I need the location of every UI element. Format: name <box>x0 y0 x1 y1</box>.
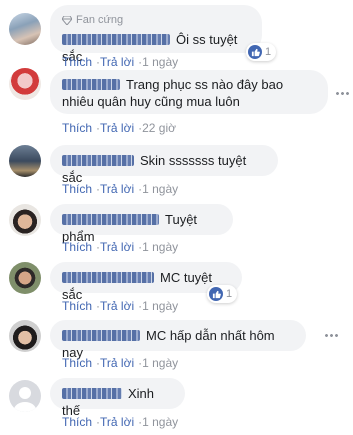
reply-link[interactable]: Trả lời <box>100 299 134 313</box>
comment-actions: Thích ·Trả lời ·1 ngày <box>62 356 179 370</box>
timestamp[interactable]: 1 ngày <box>142 299 178 313</box>
fan-badge: Fan cứng <box>62 12 250 29</box>
reaction-count[interactable]: 1 <box>207 285 238 303</box>
comment-actions: Thích ·Trả lời ·1 ngày <box>62 182 179 196</box>
reply-link[interactable]: Trả lời <box>100 55 134 69</box>
author-name[interactable] <box>62 388 122 399</box>
like-reaction-icon <box>248 45 262 59</box>
avatar[interactable] <box>9 380 41 412</box>
author-name[interactable] <box>62 79 120 90</box>
timestamp[interactable]: 1 ngày <box>142 415 178 429</box>
timestamp[interactable]: 1 ngày <box>142 240 178 254</box>
like-link[interactable]: Thích <box>62 299 92 313</box>
comment-bubble: Fan cứng Ôi ss tuyệt sắc <box>50 5 262 64</box>
avatar[interactable] <box>9 320 41 352</box>
like-link[interactable]: Thích <box>62 182 92 196</box>
avatar[interactable] <box>9 145 41 177</box>
avatar[interactable] <box>9 204 41 236</box>
timestamp[interactable]: 22 giờ <box>142 121 176 135</box>
reply-link[interactable]: Trả lời <box>100 415 134 429</box>
author-name[interactable] <box>62 214 159 225</box>
comment-actions: Thích ·Trả lời ·1 ngày <box>62 55 179 69</box>
reply-link[interactable]: Trả lời <box>100 356 134 370</box>
diamond-icon <box>62 16 72 25</box>
like-link[interactable]: Thích <box>62 240 92 254</box>
comment-actions: Thích ·Trả lời ·1 ngày <box>62 415 179 429</box>
comment-bubble: Trang phục ss nào đây bao nhiêu quân huy… <box>50 70 328 114</box>
more-options-icon[interactable] <box>335 92 349 95</box>
more-options-icon[interactable] <box>324 334 338 337</box>
default-avatar-icon <box>13 387 37 412</box>
timestamp[interactable]: 1 ngày <box>142 55 178 69</box>
timestamp[interactable]: 1 ngày <box>142 182 178 196</box>
like-link[interactable]: Thích <box>62 55 92 69</box>
author-name[interactable] <box>62 330 140 341</box>
comment-actions: Thích ·Trả lời ·22 giờ <box>62 121 176 135</box>
reaction-count[interactable]: 1 <box>246 43 277 61</box>
reply-link[interactable]: Trả lời <box>100 121 134 135</box>
like-link[interactable]: Thích <box>62 415 92 429</box>
author-name[interactable] <box>62 155 134 166</box>
avatar[interactable] <box>9 68 41 100</box>
like-link[interactable]: Thích <box>62 356 92 370</box>
comment-bubble: Xinh thế <box>50 378 185 418</box>
comment-actions: Thích ·Trả lời ·1 ngày <box>62 299 179 313</box>
comment-actions: Thích ·Trả lời ·1 ngày <box>62 240 179 254</box>
badge-label: Fan cứng <box>76 14 124 26</box>
comment-bubble: MC hấp dẫn nhất hôm nay <box>50 320 306 360</box>
comment-bubble: Skin sssssss tuyệt sắc <box>50 145 278 185</box>
avatar[interactable] <box>9 262 41 294</box>
author-name[interactable] <box>62 272 154 283</box>
like-link[interactable]: Thích <box>62 121 92 135</box>
comment-bubble: Tuyệt phẩm <box>50 204 233 244</box>
avatar[interactable] <box>9 13 41 45</box>
timestamp[interactable]: 1 ngày <box>142 356 178 370</box>
author-name[interactable] <box>62 34 170 45</box>
reply-link[interactable]: Trả lời <box>100 240 134 254</box>
reply-link[interactable]: Trả lời <box>100 182 134 196</box>
like-reaction-icon <box>209 287 223 301</box>
